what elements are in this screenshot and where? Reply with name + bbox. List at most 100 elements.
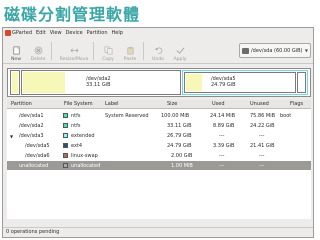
cell-partition: /dev/sda3 — [19, 133, 44, 139]
menu-view[interactable]: View — [50, 30, 62, 36]
partition-block-sda5[interactable]: /dev/sda5 24.79 GiB — [184, 72, 296, 93]
cell-partition: /dev/sda5 — [25, 143, 50, 149]
cell-used: 8.89 GiB — [213, 123, 235, 129]
partition-used-bar — [12, 72, 18, 93]
apply-button[interactable]: Apply — [169, 40, 191, 62]
partition-block-sda2[interactable]: /dev/sda2 33.11 GiB — [21, 70, 181, 95]
partition-used-bar — [23, 72, 65, 93]
resize-icon — [70, 48, 78, 53]
cell-flags: boot — [280, 113, 292, 119]
cell-unused: 75.86 MiB — [250, 113, 276, 119]
new-button[interactable]: New — [5, 40, 27, 62]
cell-filesystem: ntfs — [71, 123, 81, 129]
toolbar-separator — [143, 42, 144, 60]
partition-block-sda6[interactable] — [297, 72, 306, 93]
undo-icon — [154, 47, 162, 54]
cell-used: --- — [219, 163, 225, 169]
cell-label: System Reserved — [105, 113, 149, 119]
cell-partition: /dev/sda1 — [19, 113, 44, 119]
toolbar-separator — [51, 42, 52, 60]
menu-device[interactable]: Device — [66, 30, 83, 36]
cell-size: 100.00 MiB — [161, 113, 190, 119]
menu-gparted-label: GParted — [12, 30, 32, 36]
partition-block-size: 24.79 GiB — [211, 82, 236, 88]
cell-unused: 24.22 GiB — [250, 123, 275, 129]
paste-button-label: Paste — [123, 57, 137, 62]
menubar: GParted Edit View Device Partition Help — [3, 28, 313, 38]
cell-size: 24.79 GiB — [167, 143, 192, 149]
partition-table: /dev/sda1 ntfs System Reserved 100.00 Mi… — [7, 109, 311, 219]
toolbar-separator — [93, 42, 94, 60]
undo-button[interactable]: Undo — [147, 40, 169, 62]
filesystem-color-swatch — [63, 143, 68, 148]
menu-edit[interactable]: Edit — [36, 30, 46, 36]
column-header-label[interactable]: Label — [105, 101, 119, 107]
copy-button-label: Copy — [102, 57, 114, 62]
slide-title: 磁碟分割管理軟體 — [4, 5, 141, 24]
delete-icon — [34, 46, 42, 55]
cell-used: 24.14 MiB — [210, 113, 236, 119]
cell-filesystem: ext4 — [71, 143, 83, 149]
cell-filesystem: extended — [71, 133, 95, 139]
paste-button[interactable]: Paste — [119, 40, 141, 62]
new-button-label: New — [10, 57, 22, 62]
table-header: Partition File System Label Size Used Un… — [7, 100, 311, 109]
cell-size: 2.00 GiB — [171, 153, 193, 159]
menu-help[interactable]: Help — [112, 30, 123, 36]
cell-unused: 21.41 GiB — [250, 143, 275, 149]
apply-button-label: Apply — [173, 57, 187, 62]
cell-unused: --- — [259, 133, 265, 139]
partition-block-extended: /dev/sda5 24.79 GiB — [182, 70, 308, 95]
cell-partition: /dev/sda6 — [25, 153, 50, 159]
cell-unused: --- — [259, 163, 265, 169]
column-header-unused[interactable]: Unused — [250, 101, 269, 107]
table-row[interactable]: ▼ /dev/sda3 extended 26.79 GiB --- --- — [7, 131, 311, 140]
table-row[interactable]: /dev/sda5 ext4 24.79 GiB 3.39 GiB 21.41 … — [7, 141, 311, 150]
status-text: 0 operations pending — [6, 229, 60, 235]
gparted-logo-icon — [5, 30, 11, 36]
column-header-used[interactable]: Used — [212, 101, 225, 107]
table-row[interactable]: /dev/sda2 ntfs 33.11 GiB 8.89 GiB 24.22 … — [7, 121, 311, 130]
partition-block-size: 33.11 GiB — [86, 82, 111, 88]
column-header-filesystem[interactable]: File System — [64, 101, 93, 107]
expander-arrow-icon[interactable]: ▼ — [10, 134, 13, 139]
undo-button-label: Undo — [151, 57, 164, 62]
cell-used: 3.39 GiB — [213, 143, 235, 149]
filesystem-color-swatch — [63, 133, 68, 138]
paste-icon — [127, 46, 133, 55]
filesystem-color-swatch — [63, 123, 68, 128]
table-row[interactable]: /dev/sda1 ntfs System Reserved 100.00 Mi… — [7, 111, 311, 120]
partition-block-label: /dev/sda2 33.11 GiB — [86, 76, 111, 88]
partition-block-sda1[interactable] — [10, 70, 20, 95]
menu-gparted[interactable]: GParted — [5, 30, 32, 36]
copy-button[interactable]: Copy — [97, 40, 119, 62]
device-selector[interactable]: /dev/sda (60.00 GiB) ▼ — [239, 43, 311, 58]
cell-size: 33.11 GiB — [167, 123, 192, 129]
cell-used: --- — [219, 133, 225, 139]
chevron-down-icon: ▼ — [304, 48, 308, 53]
partition-used-bar — [186, 74, 202, 91]
cell-filesystem: linux-swap — [71, 153, 98, 159]
table-row[interactable]: unallocated unallocated 1.00 MiB --- --- — [7, 161, 311, 170]
status-bar: 0 operations pending — [3, 227, 313, 237]
cell-size: 1.00 MiB — [171, 163, 193, 169]
cell-partition: unallocated — [19, 163, 49, 169]
cell-partition: /dev/sda2 — [19, 123, 44, 129]
gparted-window: GParted Edit View Device Partition Help … — [2, 27, 314, 238]
filesystem-color-swatch — [63, 113, 68, 118]
delete-button[interactable]: Delete — [27, 40, 49, 62]
column-header-partition[interactable]: Partition — [11, 101, 32, 107]
table-row[interactable]: /dev/sda6 linux-swap 2.00 GiB --- --- — [7, 151, 311, 160]
menu-partition[interactable]: Partition — [87, 30, 108, 36]
disk-icon — [242, 47, 249, 54]
toolbar: New Delete Resize/Move Copy Paste Undo A… — [3, 38, 313, 64]
apply-check-icon — [176, 47, 184, 54]
column-header-size[interactable]: Size — [167, 101, 177, 107]
cell-used: --- — [219, 153, 225, 159]
resize-move-button[interactable]: Resize/Move — [59, 40, 89, 62]
column-header-flags[interactable]: Flags — [290, 101, 303, 107]
cell-filesystem: ntfs — [71, 113, 81, 119]
copy-icon — [104, 46, 112, 55]
disk-partition-map: /dev/sda2 33.11 GiB /dev/sda5 24.79 GiB — [7, 68, 311, 97]
filesystem-color-swatch — [63, 153, 68, 158]
